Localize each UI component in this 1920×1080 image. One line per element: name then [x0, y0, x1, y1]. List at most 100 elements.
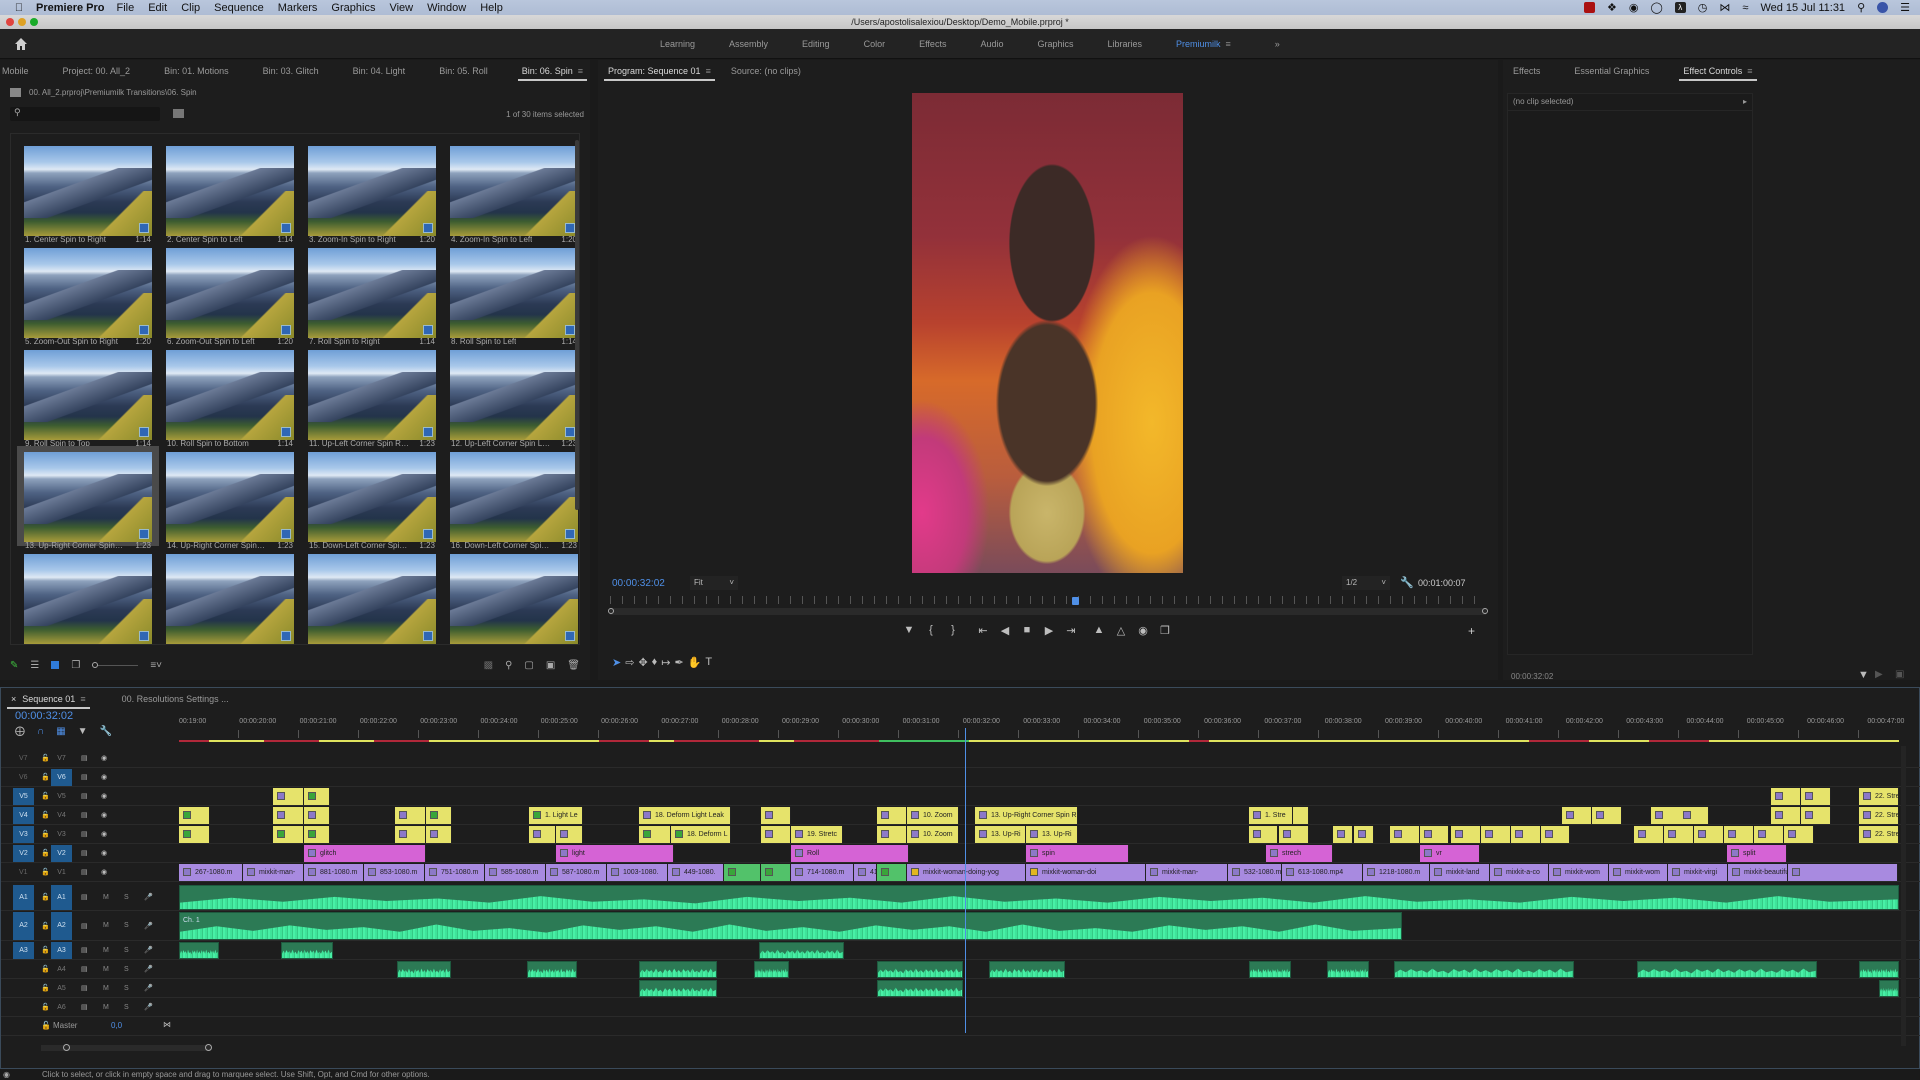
- export-frame-button[interactable]: ◉: [1132, 624, 1154, 637]
- timeline-clip[interactable]: [1724, 826, 1754, 843]
- settings-wrench-icon[interactable]: 🔧: [1400, 576, 1414, 589]
- source-patch-v3[interactable]: V3: [13, 826, 34, 843]
- track-target-a6[interactable]: A6: [51, 999, 72, 1016]
- timeline-clip[interactable]: 613-1080.mp4: [1282, 864, 1363, 881]
- lock-track-icon[interactable]: 🔓: [41, 946, 50, 954]
- sync-lock-icon[interactable]: ▤: [81, 830, 88, 838]
- lock-track-icon[interactable]: 🔓: [41, 893, 50, 901]
- timeline-clip[interactable]: [1451, 826, 1481, 843]
- timeline-clip[interactable]: [179, 826, 210, 843]
- timeline-clip[interactable]: [761, 807, 791, 824]
- timeline-clip[interactable]: [761, 864, 791, 881]
- bin-search-field[interactable]: ⚲: [10, 107, 160, 121]
- recording-icon[interactable]: [1584, 2, 1595, 13]
- timeline-clip[interactable]: mixkit-woman-doi: [1026, 864, 1146, 881]
- workspace-libraries[interactable]: Libraries: [1108, 39, 1143, 49]
- audio-clip[interactable]: [527, 961, 577, 978]
- timeline-clip[interactable]: mixkit-man-: [243, 864, 304, 881]
- timeline-clip[interactable]: 853-1080.m: [364, 864, 425, 881]
- timeline-clip[interactable]: [1511, 826, 1541, 843]
- timeline-clip[interactable]: 19. Stretc: [791, 826, 843, 843]
- dropbox-icon[interactable]: ❖: [1607, 1, 1617, 14]
- timeline-clip[interactable]: [304, 807, 330, 824]
- timeline-clip[interactable]: mixkit-wom: [1549, 864, 1609, 881]
- source-patch-v1[interactable]: V1: [19, 869, 28, 876]
- workspace-color[interactable]: Color: [864, 39, 886, 49]
- timeline-clip[interactable]: 1. Stre: [1249, 807, 1293, 824]
- step-back-button[interactable]: ◀: [994, 624, 1016, 637]
- lift-button[interactable]: ▲: [1088, 624, 1110, 637]
- solo-button[interactable]: S: [124, 947, 129, 954]
- mute-button[interactable]: M: [103, 894, 109, 901]
- pencil-icon[interactable]: ✎: [10, 660, 18, 671]
- timeline-clip[interactable]: [273, 826, 304, 843]
- bin-search-input[interactable]: [26, 108, 156, 120]
- timeline-clip[interactable]: 13. Up-Ri: [975, 826, 1026, 843]
- menu-sequence[interactable]: Sequence: [214, 2, 264, 14]
- go-to-out-button[interactable]: ⇥: [1060, 624, 1082, 637]
- timeline-clip[interactable]: 714-1080.m: [791, 864, 854, 881]
- lock-track-icon[interactable]: 🔓: [41, 849, 50, 857]
- menu-window[interactable]: Window: [427, 2, 466, 14]
- timeline-clip[interactable]: [761, 826, 791, 843]
- bin-item[interactable]: 17. Down-Right Corner Spi... 1:23: [17, 548, 159, 644]
- tab-resolutions-settings[interactable]: 00. Resolutions Settings ...: [112, 688, 239, 710]
- track-target-a4[interactable]: A4: [51, 961, 72, 978]
- ripple-edit-tool-icon[interactable]: ✥: [638, 656, 647, 669]
- scroll-handle-right[interactable]: [1482, 608, 1488, 614]
- menu-graphics[interactable]: Graphics: [331, 2, 375, 14]
- source-patch-a2[interactable]: A2: [13, 912, 34, 940]
- bin-item[interactable]: 9. Roll Spin to Top 1:14: [17, 344, 159, 448]
- panel-menu-icon[interactable]: ≡: [80, 694, 85, 704]
- lock-track-icon[interactable]: 🔓: [41, 773, 50, 781]
- toggle-output-eye-icon[interactable]: ◉: [101, 830, 107, 838]
- timeline-clip[interactable]: 18. Deform L: [671, 826, 731, 843]
- timeline-clip[interactable]: 587-1080.m: [546, 864, 607, 881]
- track-target-a1[interactable]: A1: [51, 885, 72, 910]
- timeline-clip[interactable]: [179, 807, 210, 824]
- new-bin-icon[interactable]: ▢: [524, 660, 533, 671]
- mark-in-button[interactable]: {: [920, 624, 942, 637]
- bin-item[interactable]: 4. Zoom-In Spin to Left 1:20: [443, 140, 579, 244]
- timeline-clip[interactable]: [1354, 826, 1374, 843]
- timeline-clip[interactable]: [304, 826, 330, 843]
- new-search-bin-icon[interactable]: [173, 109, 184, 118]
- menu-view[interactable]: View: [389, 2, 413, 14]
- home-icon[interactable]: [14, 37, 28, 51]
- panel-menu-icon[interactable]: ≡: [706, 66, 711, 76]
- timeline-clip[interactable]: 22. Stre: [1859, 788, 1899, 805]
- sync-lock-icon[interactable]: ▤: [81, 868, 88, 876]
- timeline-clip[interactable]: [395, 807, 426, 824]
- step-forward-button[interactable]: ▶: [1038, 624, 1060, 637]
- timeline-clip[interactable]: [1771, 807, 1801, 824]
- export-icon[interactable]: ▣: [1895, 669, 1904, 680]
- voice-over-mic-icon[interactable]: 🎤: [144, 946, 153, 954]
- bin-item[interactable]: 12. Up-Left Corner Spin Left 1:23: [443, 344, 579, 448]
- lambda-icon[interactable]: λ: [1674, 2, 1686, 13]
- filter-icon[interactable]: ▼: [1858, 669, 1869, 681]
- freeform-view-icon[interactable]: ❐: [71, 660, 80, 671]
- play-audio-icon[interactable]: ▶: [1875, 669, 1883, 680]
- wifi-icon[interactable]: ≈: [1742, 2, 1748, 14]
- pen-tool-icon[interactable]: ✒: [675, 656, 684, 669]
- timeline-clip[interactable]: mixkit-virgi: [1668, 864, 1728, 881]
- sync-lock-icon[interactable]: ▤: [81, 773, 88, 781]
- type-tool-icon[interactable]: T: [705, 656, 712, 669]
- timeline-clip[interactable]: 751-1080.m: [425, 864, 485, 881]
- audio-clip[interactable]: [877, 961, 963, 978]
- timeline-clip[interactable]: 449-1080.: [668, 864, 724, 881]
- new-item-icon[interactable]: ▣: [546, 660, 555, 671]
- tab-effects[interactable]: Effects: [1503, 60, 1550, 82]
- selection-tool-icon[interactable]: ➤: [612, 656, 621, 669]
- panel-menu-icon[interactable]: ≡: [1226, 39, 1231, 49]
- creative-cloud-sync-icon[interactable]: ◉: [3, 1069, 10, 1080]
- timeline-clip[interactable]: 416-1080.mp4: [854, 864, 877, 881]
- bin-item[interactable]: 10. Roll Spin to Bottom 1:14: [159, 344, 301, 448]
- track-target-v3[interactable]: V3: [51, 826, 72, 843]
- track-target-a3[interactable]: A3: [51, 942, 72, 959]
- timeline-clip[interactable]: [395, 826, 426, 843]
- timeline-clip[interactable]: [1420, 826, 1449, 843]
- tab-bin-glitch[interactable]: Bin: 03. Glitch: [253, 60, 329, 82]
- resolution-select[interactable]: 1/2 ˅: [1342, 576, 1390, 590]
- lock-track-icon[interactable]: 🔓: [41, 830, 50, 838]
